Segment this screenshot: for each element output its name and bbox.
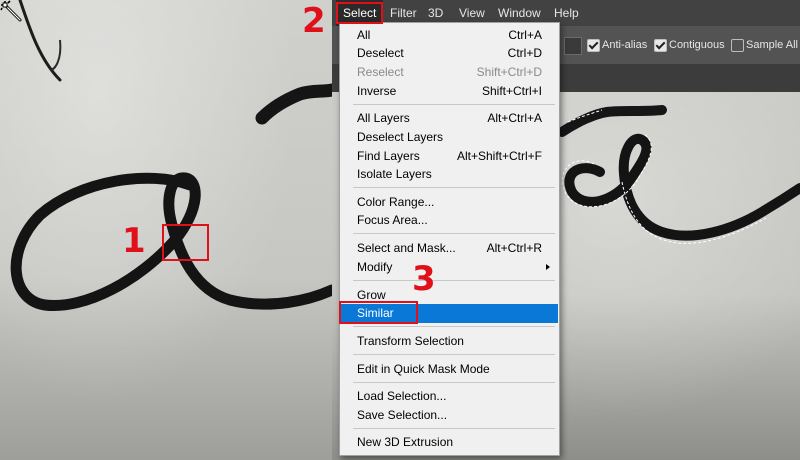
select-dropdown-menu: All Ctrl+A Deselect Ctrl+D Reselect Shif…	[339, 22, 560, 456]
annotation-step-2: 2	[302, 1, 326, 41]
sample-all-layers-checkbox[interactable]	[731, 39, 744, 52]
menu-item-load-selection[interactable]: Load Selection...	[341, 387, 558, 406]
contiguous-label: Contiguous	[669, 39, 725, 51]
menu-item-inverse[interactable]: Inverse Shift+Ctrl+I	[341, 82, 558, 101]
menu-separator	[353, 382, 555, 383]
menu-separator	[353, 104, 555, 105]
menu-separator	[353, 326, 555, 327]
menu-item-find-layers[interactable]: Find Layers Alt+Shift+Ctrl+F	[341, 147, 558, 166]
annotation-step-1: 1	[122, 221, 146, 261]
menu-item-modify[interactable]: Modify	[341, 258, 558, 277]
menu-separator	[353, 280, 555, 281]
menu-separator	[353, 233, 555, 234]
menu-item-reselect[interactable]: Reselect Shift+Ctrl+D	[341, 63, 558, 82]
sample-all-layers-label: Sample All L	[746, 39, 800, 51]
menu-item-quick-mask-mode[interactable]: Edit in Quick Mask Mode	[341, 360, 558, 379]
magic-wand-cursor-icon	[0, 0, 22, 22]
menu-separator	[353, 428, 555, 429]
chevron-right-icon	[546, 264, 550, 270]
anti-alias-label: Anti-alias	[602, 39, 648, 51]
menu-item-select-and-mask[interactable]: Select and Mask... Alt+Ctrl+R	[341, 239, 558, 258]
menu-item-save-selection[interactable]: Save Selection...	[341, 406, 558, 425]
annotation-box-similar	[339, 301, 418, 324]
menu-item-deselect-layers[interactable]: Deselect Layers	[341, 128, 558, 147]
anti-alias-checkbox[interactable]	[587, 39, 600, 52]
annotation-box-select-menu	[336, 2, 383, 24]
annotation-box-cursor	[162, 224, 209, 261]
menu-item-all-layers[interactable]: All Layers Alt+Ctrl+A	[341, 109, 558, 128]
menu-separator	[353, 354, 555, 355]
menu-item-all[interactable]: All Ctrl+A	[341, 26, 558, 45]
menu-separator	[353, 187, 555, 188]
tolerance-field[interactable]	[564, 37, 582, 55]
menu-item-color-range[interactable]: Color Range...	[341, 193, 558, 212]
menu-item-new-3d-extrusion[interactable]: New 3D Extrusion	[341, 433, 558, 452]
menu-item-deselect[interactable]: Deselect Ctrl+D	[341, 44, 558, 63]
annotation-step-3: 3	[412, 259, 436, 299]
menu-item-isolate-layers[interactable]: Isolate Layers	[341, 165, 558, 184]
menu-item-focus-area[interactable]: Focus Area...	[341, 211, 558, 230]
menu-item-transform-selection[interactable]: Transform Selection	[341, 332, 558, 351]
contiguous-checkbox[interactable]	[654, 39, 667, 52]
